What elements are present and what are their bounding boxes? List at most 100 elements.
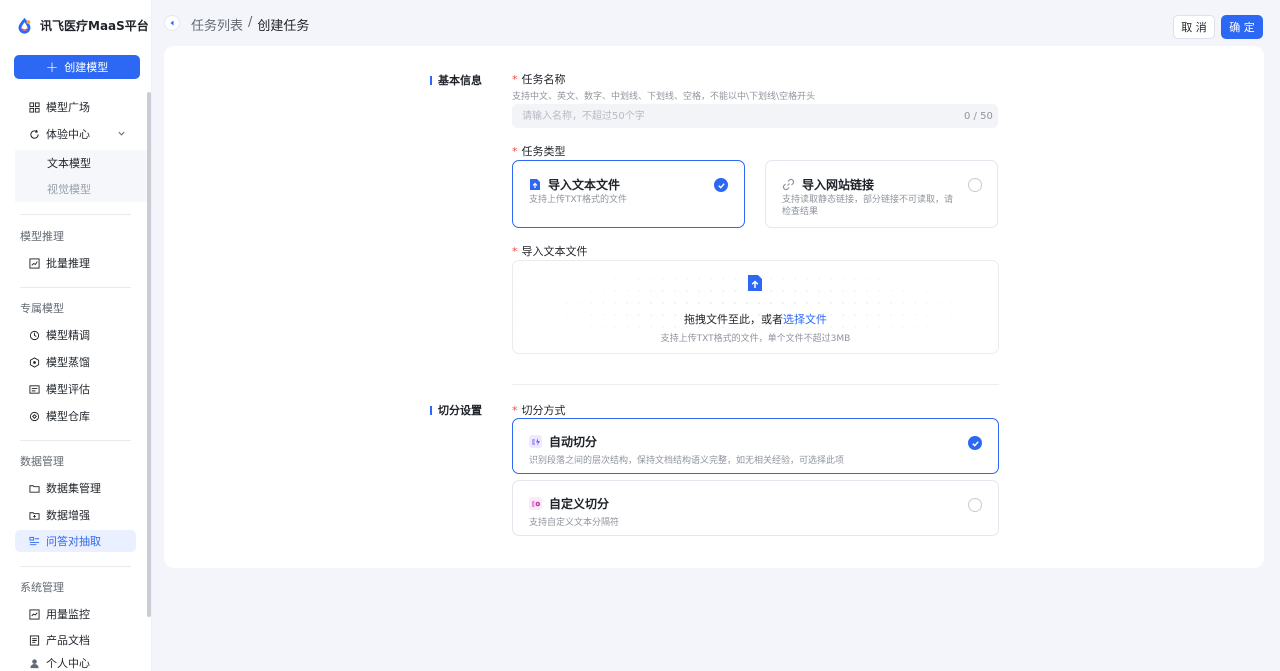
task-type-label: * 任务类型 xyxy=(512,143,566,159)
option-desc: 识别段落之间的层次结构，保持文档结构语义完整，如无相关经验，可选择此项 xyxy=(529,456,845,466)
breadcrumb-current: 创建任务 xyxy=(257,19,310,34)
custom-split-icon xyxy=(529,497,542,510)
sidebar-item-experience[interactable]: 体验中心 xyxy=(15,123,136,145)
sidebar-item-label: 文本模型 xyxy=(47,157,91,170)
option-title: 导入网站链接 xyxy=(782,176,874,193)
file-dropzone[interactable]: 拖拽文件至此，或者选择文件 支持上传TXT格式的文件，单个文件不超过3MB xyxy=(512,260,999,354)
refresh-icon xyxy=(29,129,40,140)
task-name-label: * 任务名称 xyxy=(512,71,566,87)
task-type-label-text: 任务类型 xyxy=(521,145,566,158)
auto-split-icon xyxy=(529,435,542,448)
unselected-radio[interactable] xyxy=(968,498,982,512)
brand-logo-icon xyxy=(18,17,31,34)
divider xyxy=(20,566,131,567)
selected-check-icon xyxy=(968,436,982,450)
group-title-system: 系统管理 xyxy=(20,581,64,594)
sidebar-item-usage[interactable]: 用量监控 xyxy=(15,603,136,625)
breadcrumb-task-list[interactable]: 任务列表 xyxy=(191,15,243,34)
sidebar-item-label: 体验中心 xyxy=(46,128,90,141)
task-name-input[interactable] xyxy=(512,104,998,128)
option-title: 自定义切分 xyxy=(529,495,609,512)
cancel-button[interactable]: 取 消 xyxy=(1173,15,1215,39)
sidebar-item-label: 模型精调 xyxy=(46,329,90,342)
required-mark: * xyxy=(512,245,518,258)
option-desc: 支持上传TXT格式的文件 xyxy=(529,195,628,205)
split-method-label: * 切分方式 xyxy=(512,402,566,418)
link-icon xyxy=(782,178,795,191)
create-model-label: 创建模型 xyxy=(64,61,109,74)
required-mark: * xyxy=(512,404,518,417)
folder-plus-icon xyxy=(29,510,40,521)
task-name-label-text: 任务名称 xyxy=(521,73,566,86)
sidebar-item-batch-infer[interactable]: 批量推理 xyxy=(15,252,136,274)
sidebar-item-profile[interactable]: 个人中心 xyxy=(15,652,136,671)
split-option-custom[interactable]: 自定义切分 支持自定义文本分隔符 xyxy=(512,480,999,536)
sidebar: 讯飞医疗MaaS平台 + 创建模型 模型广场 体验中心 文本模型 视觉模型 模型… xyxy=(0,0,152,671)
sidebar-item-warehouse[interactable]: 模型仓库 xyxy=(15,405,136,427)
option-title: 自动切分 xyxy=(529,433,597,450)
sidebar-item-distill[interactable]: 模型蒸馏 xyxy=(15,351,136,373)
sidebar-item-docs[interactable]: 产品文档 xyxy=(15,629,136,651)
group-title-data: 数据管理 xyxy=(20,455,64,468)
option-title-text: 自动切分 xyxy=(549,435,598,449)
sidebar-item-label: 产品文档 xyxy=(46,634,90,647)
divider xyxy=(20,287,131,288)
split-option-auto[interactable]: 自动切分 识别段落之间的层次结构，保持文档结构语义完整，如无相关经验，可选择此项 xyxy=(512,418,999,474)
section-title: 基本信息 xyxy=(438,74,482,87)
option-title-text: 导入文本文件 xyxy=(548,178,621,192)
user-icon xyxy=(29,658,40,669)
back-button[interactable] xyxy=(164,15,180,31)
sidebar-item-finetune[interactable]: 模型精调 xyxy=(15,324,136,346)
section-split-settings: 切分设置 xyxy=(430,402,482,418)
sidebar-item-dataset[interactable]: 数据集管理 xyxy=(15,477,136,499)
task-name-hint: 支持中文、英文、数字、中划线、下划线、空格，不能以中\下划线\空格开头 xyxy=(512,92,816,102)
chevron-down-icon xyxy=(118,131,125,136)
sidebar-item-label: 用量监控 xyxy=(46,608,90,621)
task-name-counter: 0 / 50 xyxy=(964,111,993,122)
breadcrumb-separator: / xyxy=(248,15,253,30)
sidebar-item-qa-extract[interactable]: 问答对抽取 xyxy=(15,530,136,552)
group-title-inference: 模型推理 xyxy=(20,230,64,243)
upload-label-text: 导入文本文件 xyxy=(521,245,588,258)
confirm-button[interactable]: 确 定 xyxy=(1221,15,1263,39)
divider xyxy=(512,384,999,385)
dropzone-main-text: 拖拽文件至此，或者 xyxy=(684,313,783,326)
required-mark: * xyxy=(512,145,518,158)
option-title: 导入文本文件 xyxy=(529,176,620,193)
sidebar-item-label: 模型蒸馏 xyxy=(46,356,90,369)
qa-icon xyxy=(29,536,40,547)
create-model-button[interactable]: + 创建模型 xyxy=(14,55,140,79)
unselected-radio[interactable] xyxy=(968,178,982,192)
select-file-link[interactable]: 选择文件 xyxy=(783,313,827,326)
section-marker xyxy=(430,75,432,85)
divider xyxy=(20,440,131,441)
split-method-label-text: 切分方式 xyxy=(521,404,566,417)
sidebar-item-vision-model[interactable]: 视觉模型 xyxy=(15,176,149,202)
tune-icon xyxy=(29,330,40,341)
sidebar-scrollbar[interactable] xyxy=(147,92,151,617)
evaluate-icon xyxy=(29,384,40,395)
sidebar-item-text-model[interactable]: 文本模型 xyxy=(15,150,149,176)
sidebar-item-label: 批量推理 xyxy=(46,257,90,270)
sidebar-item-augment[interactable]: 数据增强 xyxy=(15,504,136,526)
brand[interactable]: 讯飞医疗MaaS平台 xyxy=(16,14,149,36)
document-icon xyxy=(29,634,40,646)
warehouse-icon xyxy=(29,411,40,422)
monitor-icon xyxy=(29,608,40,620)
group-title-exclusive: 专属模型 xyxy=(20,302,64,315)
sidebar-item-label: 模型广场 xyxy=(46,101,90,114)
file-upload-icon xyxy=(748,275,762,291)
sidebar-item-model-square[interactable]: 模型广场 xyxy=(15,96,136,118)
option-desc: 支持自定义文本分隔符 xyxy=(529,518,620,528)
option-title-text: 导入网站链接 xyxy=(802,178,875,192)
dropzone-text: 拖拽文件至此，或者选择文件 xyxy=(513,311,998,327)
sidebar-item-label: 模型评估 xyxy=(46,383,90,396)
task-type-option-text-file[interactable]: 导入文本文件 支持上传TXT格式的文件 xyxy=(512,160,745,228)
dropzone-hint: 支持上传TXT格式的文件，单个文件不超过3MB xyxy=(660,334,851,344)
plus-icon: + xyxy=(45,57,59,76)
sidebar-item-label: 数据增强 xyxy=(46,509,90,522)
sidebar-item-evaluate[interactable]: 模型评估 xyxy=(15,378,136,400)
section-basic-info: 基本信息 xyxy=(430,72,482,88)
task-type-option-website-link[interactable]: 导入网站链接 支持读取静态链接，部分链接不可读取，请检查结果 xyxy=(765,160,998,228)
selected-check-icon xyxy=(714,178,728,192)
